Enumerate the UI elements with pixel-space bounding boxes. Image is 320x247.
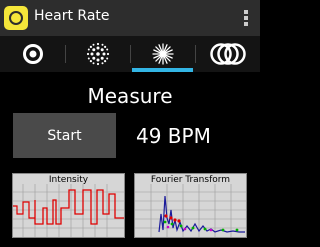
fourier-graph-title: Fourier Transform: [150, 175, 231, 185]
fourier-graph: Fourier Transform: [134, 173, 247, 238]
dot-grid-icon: [86, 42, 109, 66]
tab-dot-grid[interactable]: [65, 36, 130, 72]
triple-ring-icon: [209, 43, 246, 65]
ring-icon: [22, 44, 43, 64]
page-title: Measure: [87, 84, 173, 108]
start-button-label: Start: [47, 127, 82, 144]
bpm-readout: 49 BPM: [136, 124, 211, 148]
tab-bar: [0, 36, 260, 72]
tab-starburst[interactable]: [130, 36, 195, 72]
app-title: Heart Rate: [34, 8, 110, 24]
app-logo-icon: [4, 6, 28, 30]
tab-ring[interactable]: [0, 36, 65, 72]
start-button[interactable]: Start: [13, 113, 116, 158]
overflow-menu-icon[interactable]: [244, 10, 248, 26]
tab-triple-ring[interactable]: [195, 36, 260, 72]
action-bar: Heart Rate: [0, 0, 260, 36]
starburst-icon: [151, 43, 174, 65]
intensity-graph-title: Intensity: [48, 175, 89, 185]
intensity-graph: Intensity: [12, 173, 125, 238]
